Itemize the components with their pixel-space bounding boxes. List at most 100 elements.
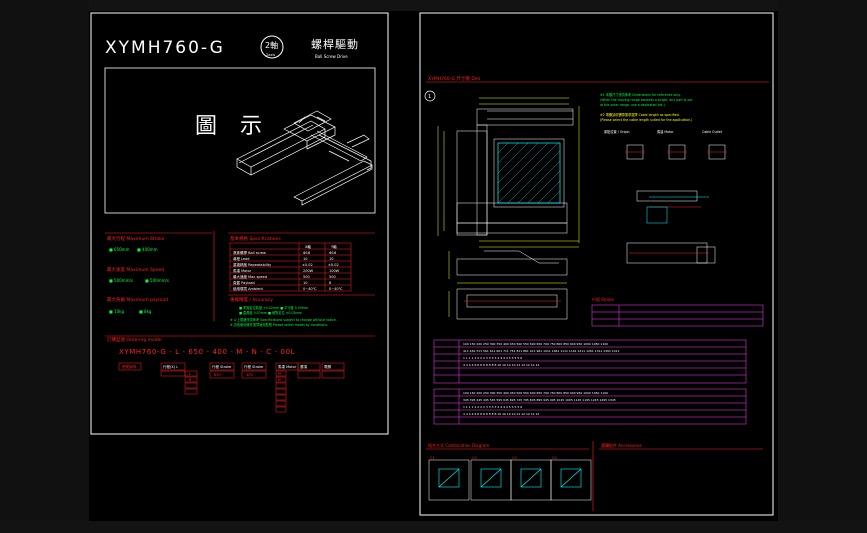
- svg-text:100W: 100W: [329, 269, 340, 273]
- specifications-label: 基本規格 Specifications: [230, 235, 281, 242]
- svg-text:行程(X) L: 行程(X) L: [163, 364, 178, 369]
- cad-viewport[interactable]: XYMH760-G 2軸 2axis 螺桿驅動 Ball Screw Drive…: [89, 11, 778, 521]
- tolerance-text: ■ 重複定位精度 ±0.02mm ■ 平行度 0.05mm ■ 直角度 0.03…: [230, 305, 337, 327]
- svg-text:重複精度 Repeatability: 重複精度 Repeatability: [233, 262, 271, 267]
- svg-text:0~40℃: 0~40℃: [329, 287, 343, 291]
- payload-value-1: ■ 10kg: [109, 309, 124, 314]
- ordering-label: 訂購型號 Ordering model: [107, 336, 162, 343]
- right-sheet[interactable]: XYMH760-G 尺寸圖 Dim 1 ※1 本圖尺寸僅供參考 Dimensio…: [419, 12, 774, 516]
- order-code: XYMH760-G - L - 650 - 400 - M - N - C - …: [119, 348, 295, 356]
- svg-text:■ 直角度 0.03mm ■ 絕對定位 ±0.05mm: ■ 直角度 0.03mm ■ 絕對定位 ±0.05mm: [239, 310, 302, 315]
- tolerance-label: 重複精度 / Accuracy: [230, 296, 273, 303]
- svg-text:行程 Stroke: 行程 Stroke: [244, 364, 263, 369]
- spec-table-text: 滾珠螺桿 Ball screw 導程 Lead 重複精度 Repeatabili…: [233, 244, 343, 291]
- svg-text:原點位置 / Origin: 原點位置 / Origin: [604, 129, 629, 134]
- svg-text:4 4 4 4 6: 4 4 4 4 6 6 6 6 8 8 8 8 10 10 10 10 12 1…: [463, 412, 539, 416]
- svg-text:導程 Lead: 導程 Lead: [233, 256, 250, 261]
- svg-text:最大速度 Max speed: 最大速度 Max speed: [233, 274, 267, 279]
- svg-text:500: 500: [329, 275, 336, 279]
- svg-text:馬達 Motor: 馬達 Motor: [233, 268, 252, 273]
- combo-label-4: C4: [552, 456, 557, 460]
- figure-label: 圖 示: [195, 114, 270, 139]
- stroke-table-2: 100 150 200 250 300 350 400 450 500 550 …: [433, 339, 747, 425]
- drive-subtitle: Ball Screw Drive: [315, 54, 348, 59]
- svg-text:500: 500: [303, 275, 310, 279]
- svg-text:Cable Outlet: Cable Outlet: [702, 130, 723, 134]
- svg-text:1 1 1 1 2: 1 1 1 1 2 2 2 2 3 3 3 3 4 4 4 4 5 5 5 5 …: [463, 356, 522, 360]
- svg-text:滾珠螺桿 Ball screw: 滾珠螺桿 Ball screw: [233, 250, 266, 255]
- svg-text:使用環境 Ambient: 使用環境 Ambient: [233, 286, 263, 291]
- svg-text:±0.02: ±0.02: [302, 263, 313, 267]
- speed-value-2: ■ 500mm/s: [145, 278, 169, 283]
- accessories-title: 選購配件 Accessories: [601, 442, 642, 448]
- svg-text:N: N: [278, 378, 281, 382]
- max-payload-label: 最大負載 Maximum payload: [107, 296, 168, 303]
- svg-text:馬達 Motor: 馬達 Motor: [657, 129, 674, 134]
- combination-diagrams: C1 C2 C3 C4: [428, 456, 592, 501]
- drawing-canvas[interactable]: XYMH760-G 2軸 2axis 螺桿驅動 Ball Screw Drive…: [89, 11, 778, 521]
- detail-accents: [625, 151, 727, 254]
- stroke-table-values: 100 150 200 250 300 350 400 450 500 550 …: [463, 342, 620, 416]
- stroke-value-1: ■ 650mm: [109, 247, 130, 252]
- max-speed-label: 最大速度 Maximum Speed: [107, 266, 164, 273]
- svg-text:M: M: [278, 372, 281, 376]
- svg-text:行程 Stroke: 行程 Stroke: [212, 364, 231, 369]
- order-option-boxes: [118, 362, 345, 413]
- combo-label-1: C1: [430, 456, 435, 460]
- axis-badge-text: 2軸: [265, 40, 278, 50]
- svg-text:R: R: [189, 378, 192, 382]
- model-title: XYMH760-G: [105, 38, 225, 58]
- dimension-title: XYMH760-G 尺寸圖 Dim: [428, 75, 480, 82]
- svg-text:of the outer range, use a dedi: of the outer range, use a dedicated brk.…: [600, 103, 665, 107]
- app-top-bar: [0, 0, 867, 11]
- payload-value-2: ■ 8kg: [139, 309, 152, 314]
- right-sheet-border: [419, 12, 774, 516]
- stroke-table-title: 行程 Stroke: [592, 296, 615, 302]
- svg-text:※ 以上規格僅供參考 Specifications subj: ※ 以上規格僅供參考 Specifications subject to cha…: [230, 317, 337, 322]
- svg-text:X軸: X軸: [305, 244, 311, 249]
- svg-text:345 395 445 495 545 595: 345 395 445 495 545 595 645 695 745 795 …: [463, 398, 616, 402]
- note-number: 1: [428, 94, 431, 100]
- hatch-pattern: [497, 142, 561, 204]
- svg-text:(When the moving range exceeds: (When the moving range exceeds a single,…: [600, 98, 693, 102]
- drive-title: 螺桿驅動: [311, 37, 359, 51]
- svg-text:■ 重複定位精度 ±0.02mm ■ 平行度 0.05mm: ■ 重複定位精度 ±0.02mm ■ 平行度 0.05mm: [239, 305, 308, 310]
- svg-text:400: 400: [246, 373, 253, 377]
- svg-text:0~40℃: 0~40℃: [303, 287, 317, 291]
- order-option-text: 型號說明 行程(X) L L R 行程 Stroke 650 行程 Stroke…: [122, 364, 332, 382]
- svg-text:650: 650: [214, 373, 221, 377]
- combination-title: 組合方式 Combination Diagram: [428, 442, 489, 448]
- svg-text:※ 請依使用條件選擇適用型號 Please select m: ※ 請依使用條件選擇適用型號 Please select model by co…: [230, 322, 328, 327]
- svg-text:10: 10: [329, 257, 333, 261]
- svg-text:411 461 511 561 611 661: 411 461 511 561 611 661 711 761 811 861 …: [463, 349, 620, 353]
- svg-text:L: L: [189, 372, 191, 376]
- axis-badge-sub: 2axis: [266, 53, 275, 57]
- spec-sections: 最大行程 Maximum Stroke ■ 650mm ■ 400mm 最大速度…: [105, 231, 375, 356]
- svg-text:10: 10: [303, 281, 307, 285]
- svg-text:※2 電纜請依實際需求選擇 Cable length as: ※2 電纜請依實際需求選擇 Cable length as specified.: [600, 112, 680, 117]
- right-margin: [778, 0, 867, 533]
- left-margin: [0, 0, 89, 533]
- svg-text:※1 本圖尺寸僅供參考 Dimensions for ref: ※1 本圖尺寸僅供參考 Dimensions for reference onl…: [600, 92, 681, 97]
- svg-text:200W: 200W: [303, 269, 314, 273]
- side-view: [456, 250, 568, 320]
- svg-text:負載 Payload: 負載 Payload: [233, 280, 255, 285]
- svg-text:1 1 1 1 2: 1 1 1 1 2 2 2 2 3 3 3 3 4 4 4 4 5 5 5 5 …: [463, 405, 522, 409]
- svg-text:馬達 Motor: 馬達 Motor: [278, 364, 297, 369]
- svg-text:10: 10: [303, 257, 307, 261]
- notes-block: ※1 本圖尺寸僅供參考 Dimensions for reference onl…: [600, 92, 723, 134]
- main-view: [456, 108, 574, 236]
- left-sheet[interactable]: XYMH760-G 2軸 2axis 螺桿驅動 Ball Screw Drive…: [90, 12, 389, 435]
- speed-value-1: ■ 500mm/s: [109, 278, 133, 283]
- svg-text:Φ16: Φ16: [329, 251, 336, 255]
- svg-text:(Please select the cable lengt: (Please select the cable length suited f…: [600, 118, 692, 122]
- svg-text:型號說明: 型號說明: [122, 364, 136, 369]
- svg-text:4 4 4 4 6: 4 4 4 4 6 6 6 6 8 8 8 8 10 10 10 10 12 1…: [463, 363, 539, 367]
- stroke-value-2: ■ 400mm: [137, 247, 158, 252]
- svg-text:100 150 200 250 300 350: 100 150 200 250 300 350 400 450 500 550 …: [463, 391, 608, 395]
- svg-text:8: 8: [329, 281, 331, 285]
- svg-text:100 150 200 250 300 350: 100 150 200 250 300 350 400 450 500 550 …: [463, 342, 608, 346]
- max-stroke-label: 最大行程 Maximum Stroke: [107, 235, 165, 242]
- svg-text:Φ16: Φ16: [303, 251, 310, 255]
- stroke-table-1: 行程 Stroke: [591, 296, 764, 327]
